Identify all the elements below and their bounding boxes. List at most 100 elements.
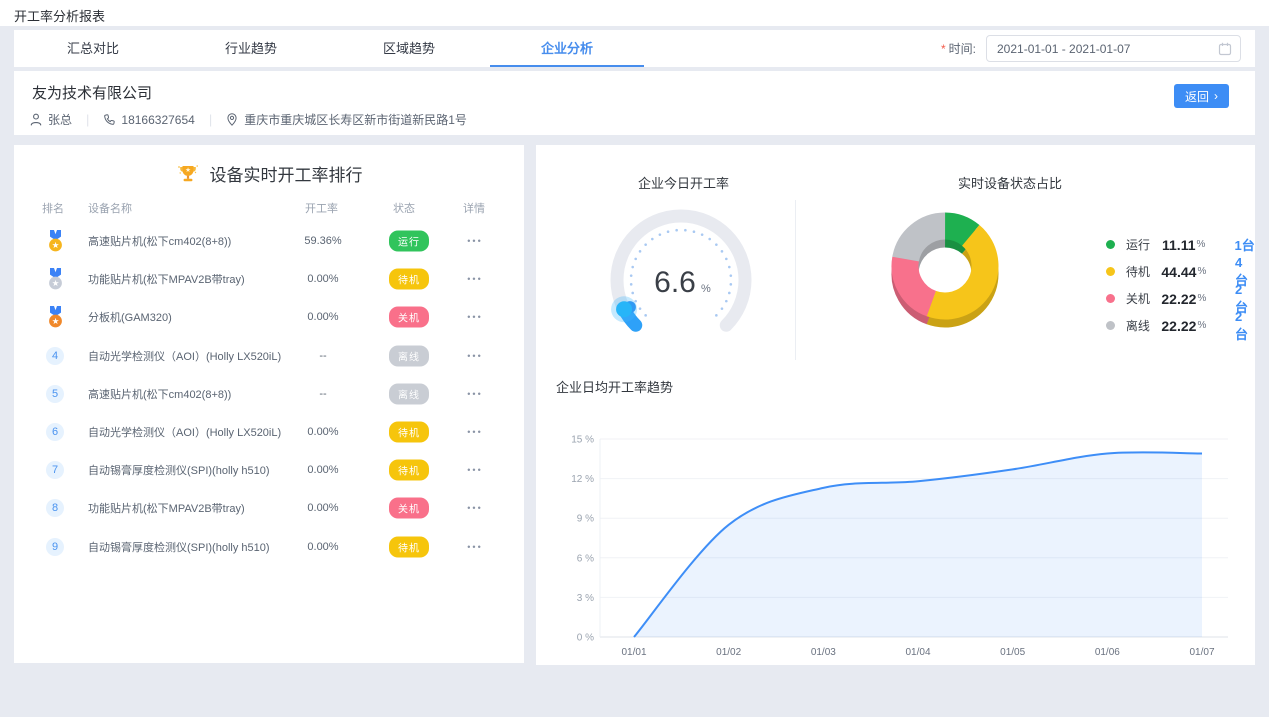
more-actions-icon[interactable]: ••• (454, 274, 496, 284)
tabs: 汇总对比行业趋势区域趋势企业分析 (14, 30, 646, 67)
date-range-input[interactable] (997, 36, 1197, 61)
more-actions-icon[interactable]: ••• (454, 351, 496, 361)
medal-icon: ★ (46, 230, 65, 253)
col-rate: 开工率 (305, 200, 338, 216)
divider: | (86, 112, 89, 127)
status-cell: 离线 (380, 383, 438, 404)
calendar-icon (1218, 42, 1232, 56)
rank-number: 7 (46, 461, 64, 479)
legend-dot (1106, 267, 1115, 276)
status-badge: 运行 (389, 231, 429, 252)
company-name: 友为技术有限公司 (32, 82, 152, 103)
legend-pct: 22.22 (1161, 318, 1196, 334)
status-badge: 待机 (389, 460, 429, 481)
medal-cell: ★ (42, 260, 68, 298)
more-actions-icon[interactable]: ••• (454, 542, 496, 552)
legend-item[interactable]: 待机44.44%4台 (1106, 258, 1255, 285)
more-actions-icon[interactable]: ••• (454, 427, 496, 437)
device-name: 自动锡膏厚度检测仪(SPI)(holly h510) (88, 462, 270, 478)
tab-2[interactable]: 行业趋势 (172, 30, 330, 67)
date-range-picker[interactable] (986, 35, 1241, 62)
vertical-divider (795, 200, 796, 360)
contact-name: 张总 (48, 111, 72, 128)
status-badge: 待机 (389, 269, 429, 290)
tab-4[interactable]: 企业分析 (488, 30, 646, 67)
svg-text:3 %: 3 % (577, 593, 594, 604)
donut-chart (870, 202, 1020, 352)
status-cell: 关机 (380, 307, 438, 328)
trend-chart: 0 %3 %6 %9 %12 %15 %01/0101/0201/0301/04… (560, 425, 1240, 670)
medal-cell: ★ (42, 222, 68, 260)
page-title: 开工率分析报表 (14, 6, 105, 25)
more-actions-icon[interactable]: ••• (454, 503, 496, 513)
rank-number: 5 (46, 385, 64, 403)
more-actions-icon[interactable]: ••• (454, 389, 496, 399)
legend-item[interactable]: 关机22.22%2台 (1106, 285, 1255, 312)
svg-text:12 %: 12 % (571, 474, 594, 485)
rank-badge: 4 (42, 337, 68, 375)
location-icon (226, 113, 238, 126)
status-badge: 待机 (389, 536, 429, 557)
status-cell: 运行 (380, 231, 438, 252)
svg-text:01/05: 01/05 (1000, 647, 1025, 658)
more-actions-icon[interactable]: ••• (454, 312, 496, 322)
device-row: ★ 分板机(GAM320)0.00%关机••• (14, 298, 524, 336)
ranking-table-body: ★ 高速贴片机(松下cm402(8+8)) 59.36% 运行 ••• ★ 功能贴片机… (14, 222, 524, 566)
svg-text:★: ★ (51, 240, 59, 250)
status-badge: 离线 (389, 345, 429, 366)
company-contact-row: 张总 | 18166327654 | 重庆市重庆城区长寿区新市街道新民路1号 (30, 111, 467, 128)
status-badge: 关机 (389, 307, 429, 328)
status-badge: 离线 (389, 383, 429, 404)
legend-count[interactable]: 1台 (1235, 235, 1255, 254)
device-name: 自动光学检测仪（AOI）(Holly LX520iL) (88, 348, 281, 364)
device-row: 7 自动锡膏厚度检测仪(SPI)(holly h510) 0.00% 待机 ••• (14, 451, 524, 489)
device-row: 4自动光学检测仪（AOI）(Holly LX520iL)--离线••• (14, 337, 524, 375)
back-button[interactable]: 返回 › (1174, 84, 1229, 108)
donut-title: 实时设备状态占比 (905, 173, 1115, 192)
device-rate: 0.00% (292, 541, 354, 553)
legend-count[interactable]: 2台 (1235, 309, 1255, 343)
charts-panel: 企业今日开工率 实时设备状态占比 6.6% 运行11.11%1台待机44.44%… (536, 145, 1255, 665)
date-filter: * 时间: (941, 30, 1241, 67)
rank-badge: 5 (42, 375, 68, 413)
status-badge: 待机 (389, 422, 429, 443)
svg-text:%: % (701, 283, 711, 295)
device-ranking-panel: ★ 设备实时开工率排行 排名 设备名称 开工率 状态 详情 ★ 高速贴片机(松下… (14, 145, 524, 663)
device-row: 8功能贴片机(松下MPAV2B带tray)0.00%关机••• (14, 489, 524, 527)
svg-text:01/07: 01/07 (1189, 647, 1214, 658)
device-row: 6自动光学检测仪（AOI）(Holly LX520iL)0.00%待机••• (14, 413, 524, 451)
status-cell: 待机 (380, 269, 438, 290)
tabs-bar: 汇总对比行业趋势区域趋势企业分析 * 时间: (14, 30, 1255, 67)
tab-3[interactable]: 区域趋势 (330, 30, 488, 67)
more-actions-icon[interactable]: ••• (454, 465, 496, 475)
medal-icon: ★ (46, 306, 65, 329)
legend-pct: 11.11 (1162, 237, 1196, 253)
device-rate: 0.00% (292, 464, 354, 476)
device-name: 功能贴片机(松下MPAV2B带tray) (88, 500, 245, 516)
device-rate: 0.00% (292, 273, 354, 285)
device-name: 高速贴片机(松下cm402(8+8)) (88, 386, 231, 402)
legend-item[interactable]: 离线22.22%2台 (1106, 312, 1255, 339)
device-row: ★ 高速贴片机(松下cm402(8+8))59.36%运行••• (14, 222, 524, 260)
svg-text:15 %: 15 % (571, 435, 594, 446)
more-actions-icon[interactable]: ••• (454, 236, 496, 246)
user-icon (30, 113, 42, 126)
legend-dot (1106, 240, 1115, 249)
legend-label: 运行 (1126, 236, 1162, 253)
legend-pct-unit: % (1197, 266, 1227, 277)
svg-text:★: ★ (51, 278, 59, 288)
svg-text:★: ★ (185, 167, 191, 174)
tab-1[interactable]: 汇总对比 (14, 30, 172, 67)
svg-text:01/03: 01/03 (811, 647, 836, 658)
legend-item[interactable]: 运行11.11%1台 (1106, 231, 1255, 258)
legend-label: 待机 (1126, 263, 1162, 280)
company-address: 重庆市重庆城区长寿区新市街道新民路1号 (244, 111, 467, 128)
rank-badge: 9 (42, 528, 68, 566)
svg-text:0 %: 0 % (577, 633, 594, 644)
device-rate: 59.36% (292, 235, 354, 247)
status-badge: 关机 (389, 498, 429, 519)
svg-text:6 %: 6 % (577, 553, 594, 564)
legend-pct-unit: % (1197, 320, 1227, 331)
svg-text:01/02: 01/02 (716, 647, 741, 658)
status-cell: 待机 (380, 422, 438, 443)
